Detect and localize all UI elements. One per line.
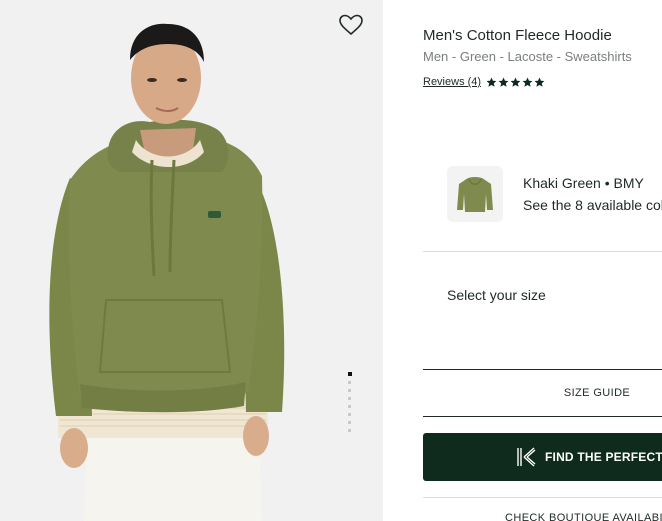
gallery-dot[interactable] — [348, 429, 351, 432]
gallery-dot[interactable] — [348, 381, 351, 384]
find-perfect-size-label: FIND THE PERFECT SIZE — [545, 450, 662, 464]
divider — [423, 416, 662, 417]
size-selector[interactable]: Select your size — [447, 287, 546, 303]
product-photo[interactable] — [0, 0, 383, 521]
star-icon — [510, 77, 521, 87]
brand-logo — [208, 211, 221, 218]
heart-icon[interactable] — [338, 13, 364, 37]
gallery-dot[interactable] — [348, 397, 351, 400]
size-guide-label: SIZE GUIDE — [563, 387, 631, 399]
product-title: Men's Cotton Fleece Hoodie — [423, 27, 612, 44]
hoodie-body — [68, 136, 263, 403]
star-icon — [498, 77, 509, 87]
selected-color-name: Khaki Green • BMY — [523, 175, 644, 191]
reviews-summary: Reviews (4) — [423, 76, 545, 88]
star-icon — [522, 77, 533, 87]
rating-stars — [486, 77, 545, 88]
check-boutique-availability-button[interactable]: CHECK BOUTIQUE AVAILABILITY — [505, 512, 662, 521]
gallery-dot[interactable] — [348, 389, 351, 392]
fit-finder-icon — [517, 447, 536, 467]
hoodie-thumbnail-icon — [457, 177, 493, 212]
reviews-link[interactable]: Reviews (4) — [423, 76, 481, 88]
divider — [423, 251, 662, 252]
star-icon — [534, 77, 545, 87]
gallery-dot[interactable] — [348, 421, 351, 424]
available-colors-link[interactable]: See the 8 available colors — [523, 197, 662, 213]
gallery-pagination — [348, 372, 354, 432]
gallery-dot[interactable] — [348, 372, 352, 376]
right-hand — [243, 416, 269, 456]
find-perfect-size-button[interactable]: FIND THE PERFECT SIZE — [423, 433, 662, 481]
divider — [423, 497, 662, 498]
gallery-dot[interactable] — [348, 413, 351, 416]
color-swatch-thumbnail[interactable] — [447, 166, 503, 222]
product-breadcrumb[interactable]: Men - Green - Lacoste - Sweatshirts — [423, 49, 632, 64]
gallery-dot[interactable] — [348, 405, 351, 408]
product-details-panel: Men's Cotton Fleece Hoodie Men - Green -… — [383, 0, 662, 521]
left-hand — [60, 428, 88, 468]
size-guide-button[interactable]: SIZE GUIDE — [423, 370, 662, 416]
star-icon — [486, 77, 497, 87]
product-image-panel — [0, 0, 383, 521]
